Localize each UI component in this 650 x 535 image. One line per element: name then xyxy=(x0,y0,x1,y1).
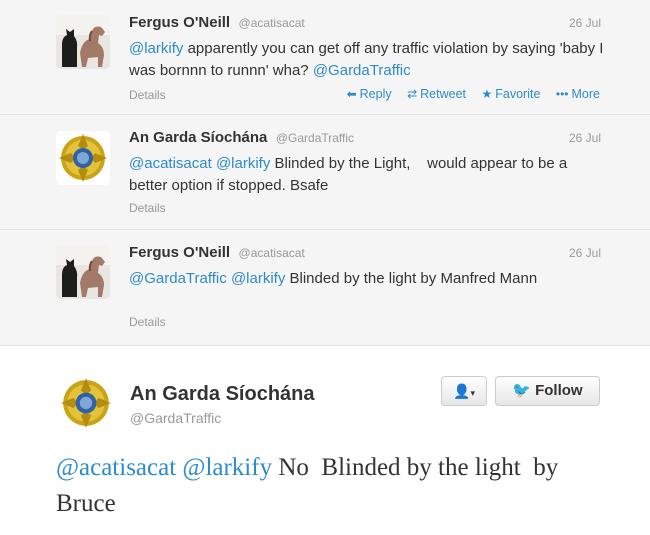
author-name[interactable]: An Garda Síochána xyxy=(129,129,267,146)
user-icon: 👤 xyxy=(453,383,471,399)
details-link[interactable]: Details xyxy=(129,88,166,102)
tweet-text: @GardaTraffic @larkify Blinded by the li… xyxy=(129,268,604,290)
mention-link[interactable]: @larkify xyxy=(216,155,270,172)
tweet-text: @acatisacat @larkify No Blinded by the l… xyxy=(56,450,596,522)
author-name[interactable]: An Garda Síochána xyxy=(130,383,315,406)
details-link[interactable]: Details xyxy=(129,315,166,329)
reply-button[interactable]: ⬅ Reply xyxy=(347,87,392,101)
favorite-button[interactable]: ★ Favorite xyxy=(482,87,541,101)
reply-arrow-icon: ⬅ xyxy=(346,87,357,101)
avatar[interactable] xyxy=(56,15,110,69)
retweet-label: Retweet xyxy=(420,87,467,101)
caret-down-icon: ▾ xyxy=(470,388,475,398)
follow-label: Follow xyxy=(535,382,583,399)
tweet-date[interactable]: 26 Jul xyxy=(569,16,601,30)
mention-link[interactable]: @larkify xyxy=(182,454,272,481)
reply-label: Reply xyxy=(359,87,392,101)
author-handle[interactable]: @GardaTraffic xyxy=(276,131,354,145)
author-handle[interactable]: @acatisacat xyxy=(239,16,305,30)
tweet-item[interactable]: An Garda Síochána @GardaTraffic 26 Jul @… xyxy=(0,115,650,230)
avatar[interactable] xyxy=(56,131,110,185)
mention-link[interactable]: @acatisacat xyxy=(56,454,176,481)
avatar[interactable] xyxy=(56,245,110,299)
mention-link[interactable]: @GardaTraffic xyxy=(129,270,227,287)
details-link[interactable]: Details xyxy=(129,201,166,215)
tweet-body: Blinded by the light by Manfred Mann xyxy=(289,270,538,287)
mention-link[interactable]: @larkify xyxy=(129,40,183,57)
author-handle[interactable]: @GardaTraffic xyxy=(130,410,221,426)
author-name[interactable]: Fergus O'Neill xyxy=(129,14,230,31)
twitter-bird-icon: 🐦 xyxy=(512,382,532,399)
tweet-date[interactable]: 26 Jul xyxy=(569,246,601,260)
retweet-button[interactable]: ⇄ Retweet xyxy=(407,87,466,101)
author-name[interactable]: Fergus O'Neill xyxy=(129,244,230,261)
mention-link[interactable]: @GardaTraffic xyxy=(313,62,411,79)
mention-link[interactable]: @larkify xyxy=(231,270,285,287)
star-icon: ★ xyxy=(481,87,493,101)
tweet-item[interactable]: Fergus O'Neill @acatisacat 26 Jul @larki… xyxy=(0,0,650,115)
more-label: More xyxy=(571,87,600,101)
tweet-date[interactable]: 26 Jul xyxy=(569,131,601,145)
more-button[interactable]: ••• More xyxy=(556,87,600,101)
main-tweet: An Garda Síochána @GardaTraffic 👤▾ 🐦 Foll… xyxy=(0,347,650,535)
ellipsis-icon: ••• xyxy=(555,87,569,101)
conversation-thread: Fergus O'Neill @acatisacat 26 Jul @larki… xyxy=(0,0,650,346)
tweet-actions: ⬅ Reply ⇄ Retweet ★ Favorite ••• More xyxy=(335,87,600,101)
favorite-label: Favorite xyxy=(495,87,541,101)
tweet-item[interactable]: Fergus O'Neill @acatisacat 26 Jul @Garda… xyxy=(0,230,650,346)
follow-button[interactable]: 🐦 Follow xyxy=(495,376,600,406)
tweet-text: @larkify apparently you can get off any … xyxy=(129,38,604,82)
retweet-icon: ⇄ xyxy=(407,87,418,101)
avatar[interactable] xyxy=(58,375,114,431)
tweet-text: @acatisacat @larkify Blinded by the Ligh… xyxy=(129,153,604,197)
mention-link[interactable]: @acatisacat xyxy=(129,155,212,172)
user-actions-dropdown[interactable]: 👤▾ xyxy=(441,376,487,406)
author-handle[interactable]: @acatisacat xyxy=(239,246,305,260)
